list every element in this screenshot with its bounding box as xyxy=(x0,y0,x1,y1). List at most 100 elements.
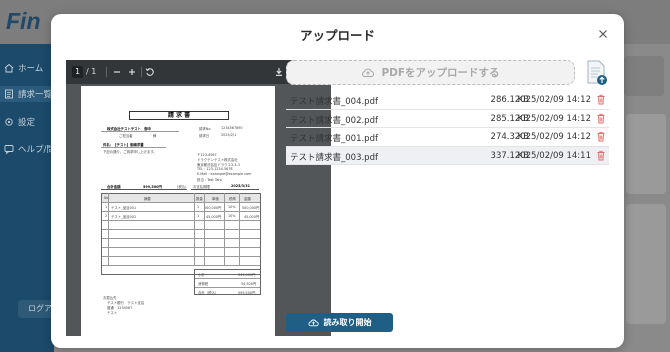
item-tax: 10% xyxy=(228,214,236,218)
summary-row: 消費税 54,500円 xyxy=(195,279,260,288)
file-list: テスト請求書_004.pdf 286.1 KB 2025/02/09 14:12… xyxy=(286,91,609,165)
trash-icon[interactable] xyxy=(596,113,606,124)
grand-total-label: 合計（税込） xyxy=(198,291,219,295)
file-date: 2025/02/09 14:11 xyxy=(514,150,591,161)
file-name: テスト請求書_002.pdf xyxy=(290,115,378,126)
invoice-date-label: 請求日 xyxy=(199,134,210,138)
summary-row: 小計 545,000円 xyxy=(195,270,260,279)
cloud-upload-icon xyxy=(362,68,375,77)
trash-icon[interactable] xyxy=(596,150,606,161)
item-desc: テスト_品目002 xyxy=(111,215,137,219)
table-column-divider xyxy=(194,193,195,265)
invoice-date: 2025/2/1 xyxy=(221,133,237,137)
document-upload-icon xyxy=(587,60,607,85)
list-item[interactable]: テスト請求書_004.pdf 286.1 KB 2025/02/09 14:12 xyxy=(286,91,609,110)
plus-icon xyxy=(129,69,135,75)
gear-icon xyxy=(5,118,13,126)
list-item-selected[interactable]: テスト請求書_003.pdf 337.1 KB 2025/02/09 14:11 xyxy=(286,146,609,165)
table-row xyxy=(102,257,260,266)
invoice-no-label: 請求No. xyxy=(199,127,212,131)
item-tax: 10% xyxy=(228,205,236,209)
home-icon xyxy=(4,63,14,73)
invoice-no: 1234567890 xyxy=(221,126,243,130)
zoom-out-button[interactable] xyxy=(111,66,123,78)
sidebar-item-label: ヘルプ/問 xyxy=(18,145,54,155)
item-no: 1 xyxy=(105,205,108,209)
bank-line: テスト xyxy=(107,311,118,315)
table-header: 単価 xyxy=(212,197,219,201)
sidebar-item-settings[interactable]: 設定 xyxy=(4,114,35,130)
subtotal-label: 小計 xyxy=(198,273,205,277)
zoom-in-button[interactable] xyxy=(126,66,138,78)
list-item[interactable]: テスト請求書_001.pdf 274.3 KB 2025/02/09 14:12 xyxy=(286,128,609,147)
rotate-icon xyxy=(145,68,154,76)
toolbar-divider xyxy=(141,67,142,77)
file-name: テスト請求書_004.pdf xyxy=(290,97,378,107)
divider xyxy=(101,189,187,190)
invoice-title: 請 求 書 xyxy=(129,111,229,120)
item-price: 500,000円 xyxy=(204,206,222,210)
toolbar-divider xyxy=(106,67,107,77)
item-table: No. 摘要 数量 単価 税率 金額 1 テスト_品目001 1 500,000… xyxy=(101,193,261,275)
table-header: 数量 xyxy=(196,197,203,201)
sender-line: E-Mail : example@example.com xyxy=(197,172,252,176)
background-card xyxy=(624,56,664,96)
divider xyxy=(191,189,259,190)
page-count: / 1 xyxy=(86,67,97,76)
item-amount: 500,000円 xyxy=(242,206,260,210)
tax-amount: 54,500円 xyxy=(241,282,257,286)
upload-modal: アップロード 1 / 1 請 求 書 株式会社テストテスト 御中 ご担当者 様 … xyxy=(51,14,624,348)
sidebar-item-label: 設定 xyxy=(18,118,36,128)
item-desc: テスト_品目001 xyxy=(111,206,137,210)
close-icon[interactable] xyxy=(596,27,610,41)
start-reading-label: 読み取り開始 xyxy=(323,318,372,327)
table-header: 税率 xyxy=(229,197,236,201)
upload-pdf-button[interactable]: PDFをアップロードする xyxy=(286,60,575,85)
table-header-row: No. 摘要 数量 単価 税率 金額 xyxy=(102,194,260,203)
table-row: 2 テスト_品目002 1 45,000円 10% 45,000円 xyxy=(102,212,260,221)
sidebar-item-invoices[interactable]: 請求一覧 xyxy=(0,86,54,102)
file-date: 2025/02/09 14:12 xyxy=(514,132,591,142)
table-column-divider xyxy=(224,193,225,265)
item-price: 45,000円 xyxy=(206,215,222,219)
list-item[interactable]: テスト請求書_002.pdf 285.1 KB 2025/02/09 14:12 xyxy=(286,110,609,128)
download-button[interactable] xyxy=(273,66,285,78)
table-row xyxy=(102,230,260,239)
upload-pdf-label: PDFをアップロードする xyxy=(381,67,500,79)
rotate-button[interactable] xyxy=(144,66,156,78)
invoice-subject-note: 下記の通り、ご請求申し上げます。 xyxy=(103,150,157,154)
summary-row: 合計（税込） 599,500円 xyxy=(195,288,260,296)
background-card xyxy=(626,204,666,324)
file-name: テスト請求書_001.pdf xyxy=(290,134,378,144)
brand-logo: Fin xyxy=(6,8,41,34)
table-column-divider xyxy=(239,193,240,265)
sidebar-item-home[interactable]: ホーム xyxy=(4,60,43,76)
trash-icon[interactable] xyxy=(596,94,606,105)
summary-table: 小計 545,000円 消費税 54,500円 合計（税込） 599,500円 xyxy=(194,269,261,295)
sidebar-item-label: 請求一覧 xyxy=(18,90,53,100)
sender-line: 担当 : Test Taro xyxy=(197,178,222,182)
pdf-page: 請 求 書 株式会社テストテスト 御中 ご担当者 様 請求No. 1234567… xyxy=(81,86,275,336)
table-column-divider xyxy=(108,193,109,265)
page-number-input[interactable]: 1 xyxy=(72,66,83,78)
table-header: No. xyxy=(104,196,110,200)
grand-total: 599,500円 xyxy=(238,291,256,295)
table-row xyxy=(102,239,260,248)
sidebar-item-help[interactable]: ヘルプ/問 xyxy=(4,141,54,157)
due-date: 2025/3/31 xyxy=(231,184,250,188)
trash-icon[interactable] xyxy=(596,131,606,142)
download-icon xyxy=(276,68,282,76)
table-header: 金額 xyxy=(244,197,251,201)
start-reading-button[interactable]: 読み取り開始 xyxy=(286,313,393,332)
table-row xyxy=(102,248,260,257)
item-qty: 1 xyxy=(197,205,200,209)
sidebar-item-label: ホーム xyxy=(18,64,44,74)
file-date: 2025/02/09 14:12 xyxy=(514,113,591,124)
table-header: 摘要 xyxy=(144,197,151,201)
cloud-upload-icon xyxy=(307,319,319,327)
subtotal: 545,000円 xyxy=(238,273,256,277)
item-qty: 1 xyxy=(197,214,200,218)
table-row: 1 テスト_品目001 1 500,000円 10% 500,000円 xyxy=(102,203,260,212)
table-column-divider xyxy=(204,193,205,265)
item-amount: 45,000円 xyxy=(244,215,260,219)
